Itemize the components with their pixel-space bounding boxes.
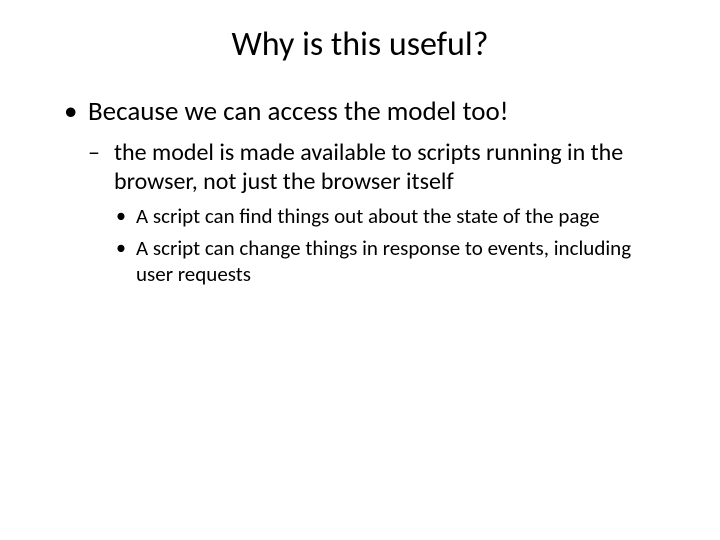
list-item: Because we can access the model too! the…: [60, 95, 660, 287]
slide: Why is this useful? Because we can acces…: [0, 0, 720, 540]
bullet-list-lvl3: A script can find things out about the s…: [114, 204, 660, 287]
slide-title: Why is this useful?: [0, 0, 720, 85]
slide-body: Because we can access the model too! the…: [0, 85, 720, 287]
list-item: A script can change things in response t…: [114, 236, 660, 287]
list-item: A script can find things out about the s…: [114, 204, 660, 230]
bullet-text: Because we can access the model too!: [88, 95, 509, 128]
bullet-list-lvl2: the model is made available to scripts r…: [88, 139, 660, 287]
bullet-text: A script can change things in response t…: [136, 235, 631, 287]
bullet-text: the model is made available to scripts r…: [114, 138, 623, 196]
bullet-list-lvl1: Because we can access the model too! the…: [60, 95, 660, 287]
list-item: the model is made available to scripts r…: [88, 139, 660, 287]
bullet-text: A script can find things out about the s…: [136, 203, 600, 229]
